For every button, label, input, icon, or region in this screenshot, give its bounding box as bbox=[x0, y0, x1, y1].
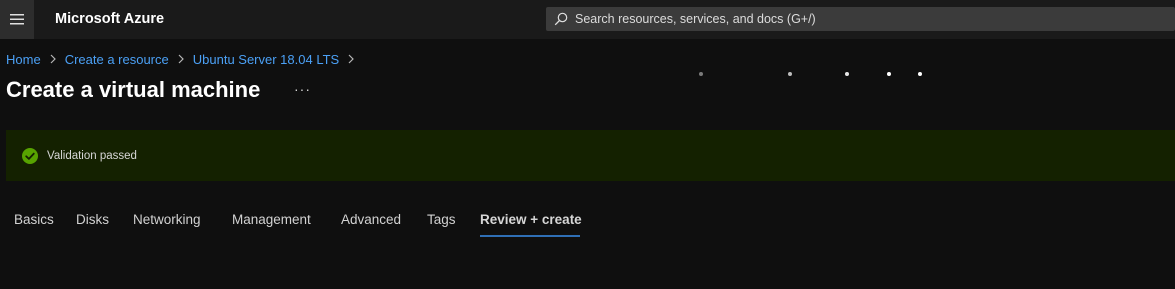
chevron-right-icon bbox=[50, 54, 56, 64]
tab-disks[interactable]: Disks bbox=[76, 210, 109, 230]
hamburger-icon bbox=[10, 14, 24, 25]
tab-networking[interactable]: Networking bbox=[133, 210, 201, 230]
breadcrumb-create-a-resource[interactable]: Create a resource bbox=[65, 52, 169, 67]
tab-basics[interactable]: Basics bbox=[14, 210, 54, 230]
page-title: Create a virtual machine bbox=[6, 77, 261, 102]
chevron-right-icon bbox=[178, 54, 184, 64]
search-icon bbox=[554, 12, 568, 26]
global-search[interactable] bbox=[546, 7, 1175, 31]
loading-dot bbox=[918, 72, 922, 76]
tab-advanced[interactable]: Advanced bbox=[341, 210, 401, 230]
tab-review-create[interactable]: Review + create bbox=[480, 210, 582, 230]
loading-dot bbox=[887, 72, 891, 76]
more-options-button[interactable]: ··· bbox=[294, 82, 311, 96]
top-bar: Microsoft Azure bbox=[0, 0, 1175, 39]
brand-name[interactable]: Microsoft Azure bbox=[55, 11, 164, 28]
tab-tags[interactable]: Tags bbox=[427, 210, 456, 230]
validation-message: Validation passed bbox=[47, 150, 137, 162]
breadcrumb-home[interactable]: Home bbox=[6, 52, 41, 67]
portal-menu-button[interactable] bbox=[0, 0, 34, 39]
check-circle-icon bbox=[22, 148, 38, 164]
loading-dot bbox=[845, 72, 849, 76]
chevron-right-icon bbox=[348, 54, 355, 64]
loading-dot bbox=[699, 72, 703, 76]
breadcrumb-ubuntu-server[interactable]: Ubuntu Server 18.04 LTS bbox=[193, 52, 339, 67]
active-tab-indicator bbox=[480, 235, 580, 237]
breadcrumb: Home Create a resource Ubuntu Server 18.… bbox=[6, 51, 363, 67]
search-input[interactable] bbox=[575, 7, 1165, 31]
loading-indicator bbox=[699, 72, 922, 76]
validation-banner: Validation passed bbox=[6, 130, 1175, 181]
tab-management[interactable]: Management bbox=[232, 210, 311, 230]
loading-dot bbox=[788, 72, 792, 76]
